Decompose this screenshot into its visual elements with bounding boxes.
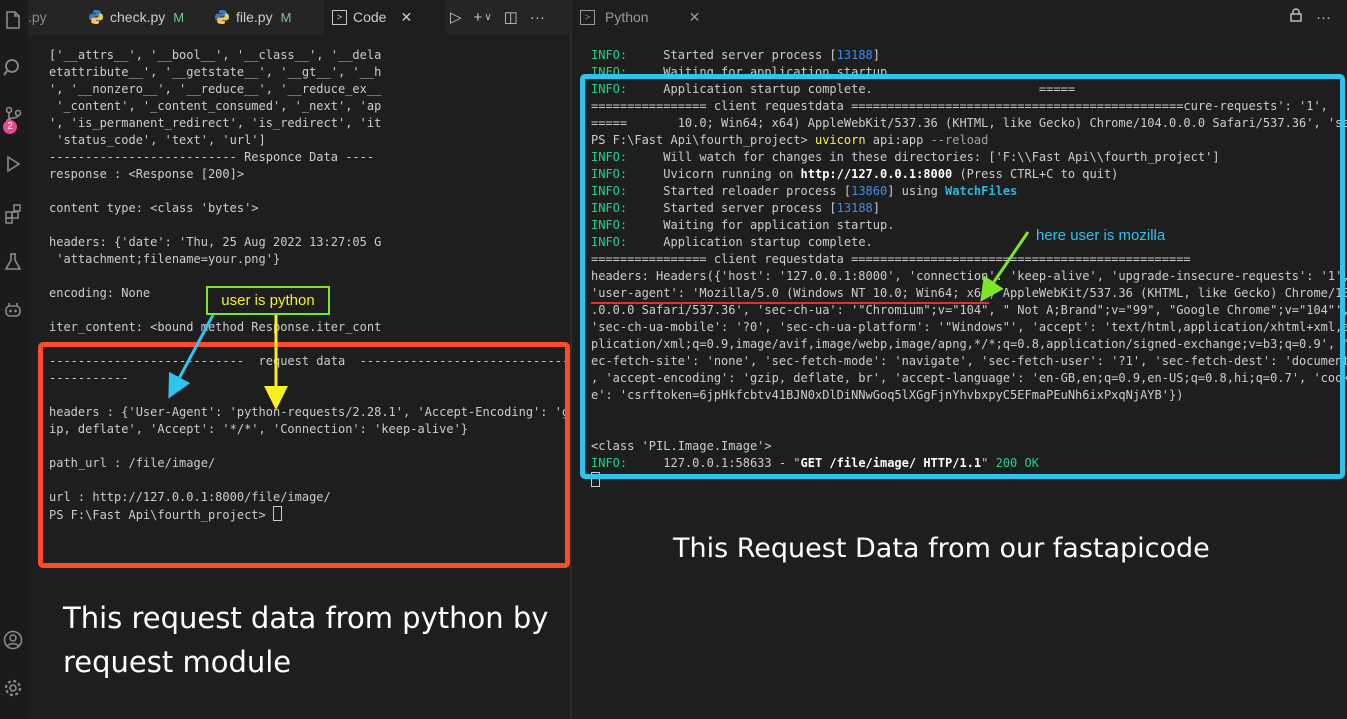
terminal-line: ]: [872, 48, 880, 62]
tab-python[interactable]: > Python ✕: [580, 0, 700, 34]
terminal-icon: >: [580, 9, 595, 25]
terminal-line: ['__attrs__', '__bool__', '__class__', '…: [49, 48, 382, 62]
info-tag: INFO:: [591, 48, 628, 62]
terminal-line: '_content', '_content_consumed', '_next'…: [49, 99, 382, 113]
testing-flask-icon[interactable]: [3, 252, 23, 272]
python-file-icon: [215, 10, 229, 24]
tab-file-py[interactable]: file.py M: [214, 0, 291, 34]
search-icon[interactable]: [3, 58, 23, 78]
copilot-icon[interactable]: [3, 300, 23, 320]
terminal-line: ', 'is_permanent_redirect', 'is_redirect…: [49, 116, 382, 130]
split-editor-icon[interactable]: ◫: [504, 8, 518, 26]
run-icon[interactable]: ▷: [450, 8, 462, 26]
terminal-line: response : <Response [200]>: [49, 167, 245, 181]
tab-prev-file-label: .py: [28, 9, 47, 25]
terminal-icon: >: [332, 9, 347, 25]
settings-gear-icon[interactable]: [3, 678, 23, 698]
close-icon[interactable]: ✕: [689, 9, 701, 26]
more-actions-icon[interactable]: ···: [530, 9, 545, 26]
modified-badge: M: [280, 9, 292, 25]
terminal-line: -------------------------- Responce Data…: [49, 150, 375, 164]
fastapi-request-highlight-box: [580, 74, 1345, 479]
chevron-down-icon[interactable]: ∨: [484, 12, 491, 23]
run-debug-icon[interactable]: [3, 154, 23, 174]
terminal-line: encoding: None: [49, 286, 151, 300]
explorer-icon[interactable]: [3, 10, 23, 30]
activity-bar: 2: [0, 0, 28, 719]
terminal-line: etattribute__', '__getstate__', '__gt__'…: [49, 65, 382, 79]
terminal-line: 'attachment;filename=your.png'}: [49, 252, 281, 266]
more-actions-icon[interactable]: ···: [1316, 9, 1331, 26]
terminal-line: iter_content: <bound method Response.ite…: [49, 320, 382, 334]
pid: 13188: [836, 48, 873, 62]
account-icon[interactable]: [3, 630, 23, 650]
extensions-icon[interactable]: [3, 204, 23, 224]
terminal-actions: ▷ + ∨ ◫ ···: [450, 0, 545, 34]
user-is-python-annotation: user is python: [206, 286, 330, 315]
left-tab-bar: .py check.py M file.py M > Code ✕ ▷ + ∨ …: [28, 0, 570, 34]
tab-prev-file[interactable]: .py: [28, 0, 80, 34]
tab-file-py-label: file.py: [236, 9, 273, 25]
terminal-line: content type: <class 'bytes'>: [49, 201, 259, 215]
right-terminal-actions: ···: [1290, 0, 1331, 34]
python-caption-line2: request module: [63, 645, 292, 679]
lock-icon[interactable]: [1290, 8, 1302, 26]
terminal-line: Started server process [: [627, 48, 837, 62]
tab-code[interactable]: > Code ✕: [324, 0, 446, 34]
terminal-line: headers: {'date': 'Thu, 25 Aug 2022 13:2…: [49, 235, 382, 249]
right-tab-bar: > Python ✕ ···: [572, 0, 1347, 34]
tab-code-label: Code: [353, 9, 387, 25]
user-is-mozilla-annotation: here user is mozilla: [1036, 227, 1166, 244]
modified-badge: M: [173, 9, 185, 25]
new-terminal-icon[interactable]: +: [474, 9, 483, 26]
tab-check-py[interactable]: check.py M: [88, 0, 184, 34]
user-agent-underline: [591, 302, 989, 304]
python-file-icon: [89, 10, 103, 24]
notification-badge: 2: [3, 120, 17, 134]
close-icon[interactable]: ✕: [400, 9, 412, 26]
tab-check-py-label: check.py: [110, 9, 166, 25]
terminal-line: 'status_code', 'text', 'url']: [49, 133, 266, 147]
tab-python-label: Python: [605, 9, 649, 25]
fastapi-caption: This Request Data from our fastapicode: [673, 533, 1210, 564]
terminal-line: ', '__nonzero__', '__reduce__', '__reduc…: [49, 82, 382, 96]
python-caption-line1: This request data from python by: [63, 601, 549, 635]
python-request-highlight-box: [38, 342, 570, 568]
